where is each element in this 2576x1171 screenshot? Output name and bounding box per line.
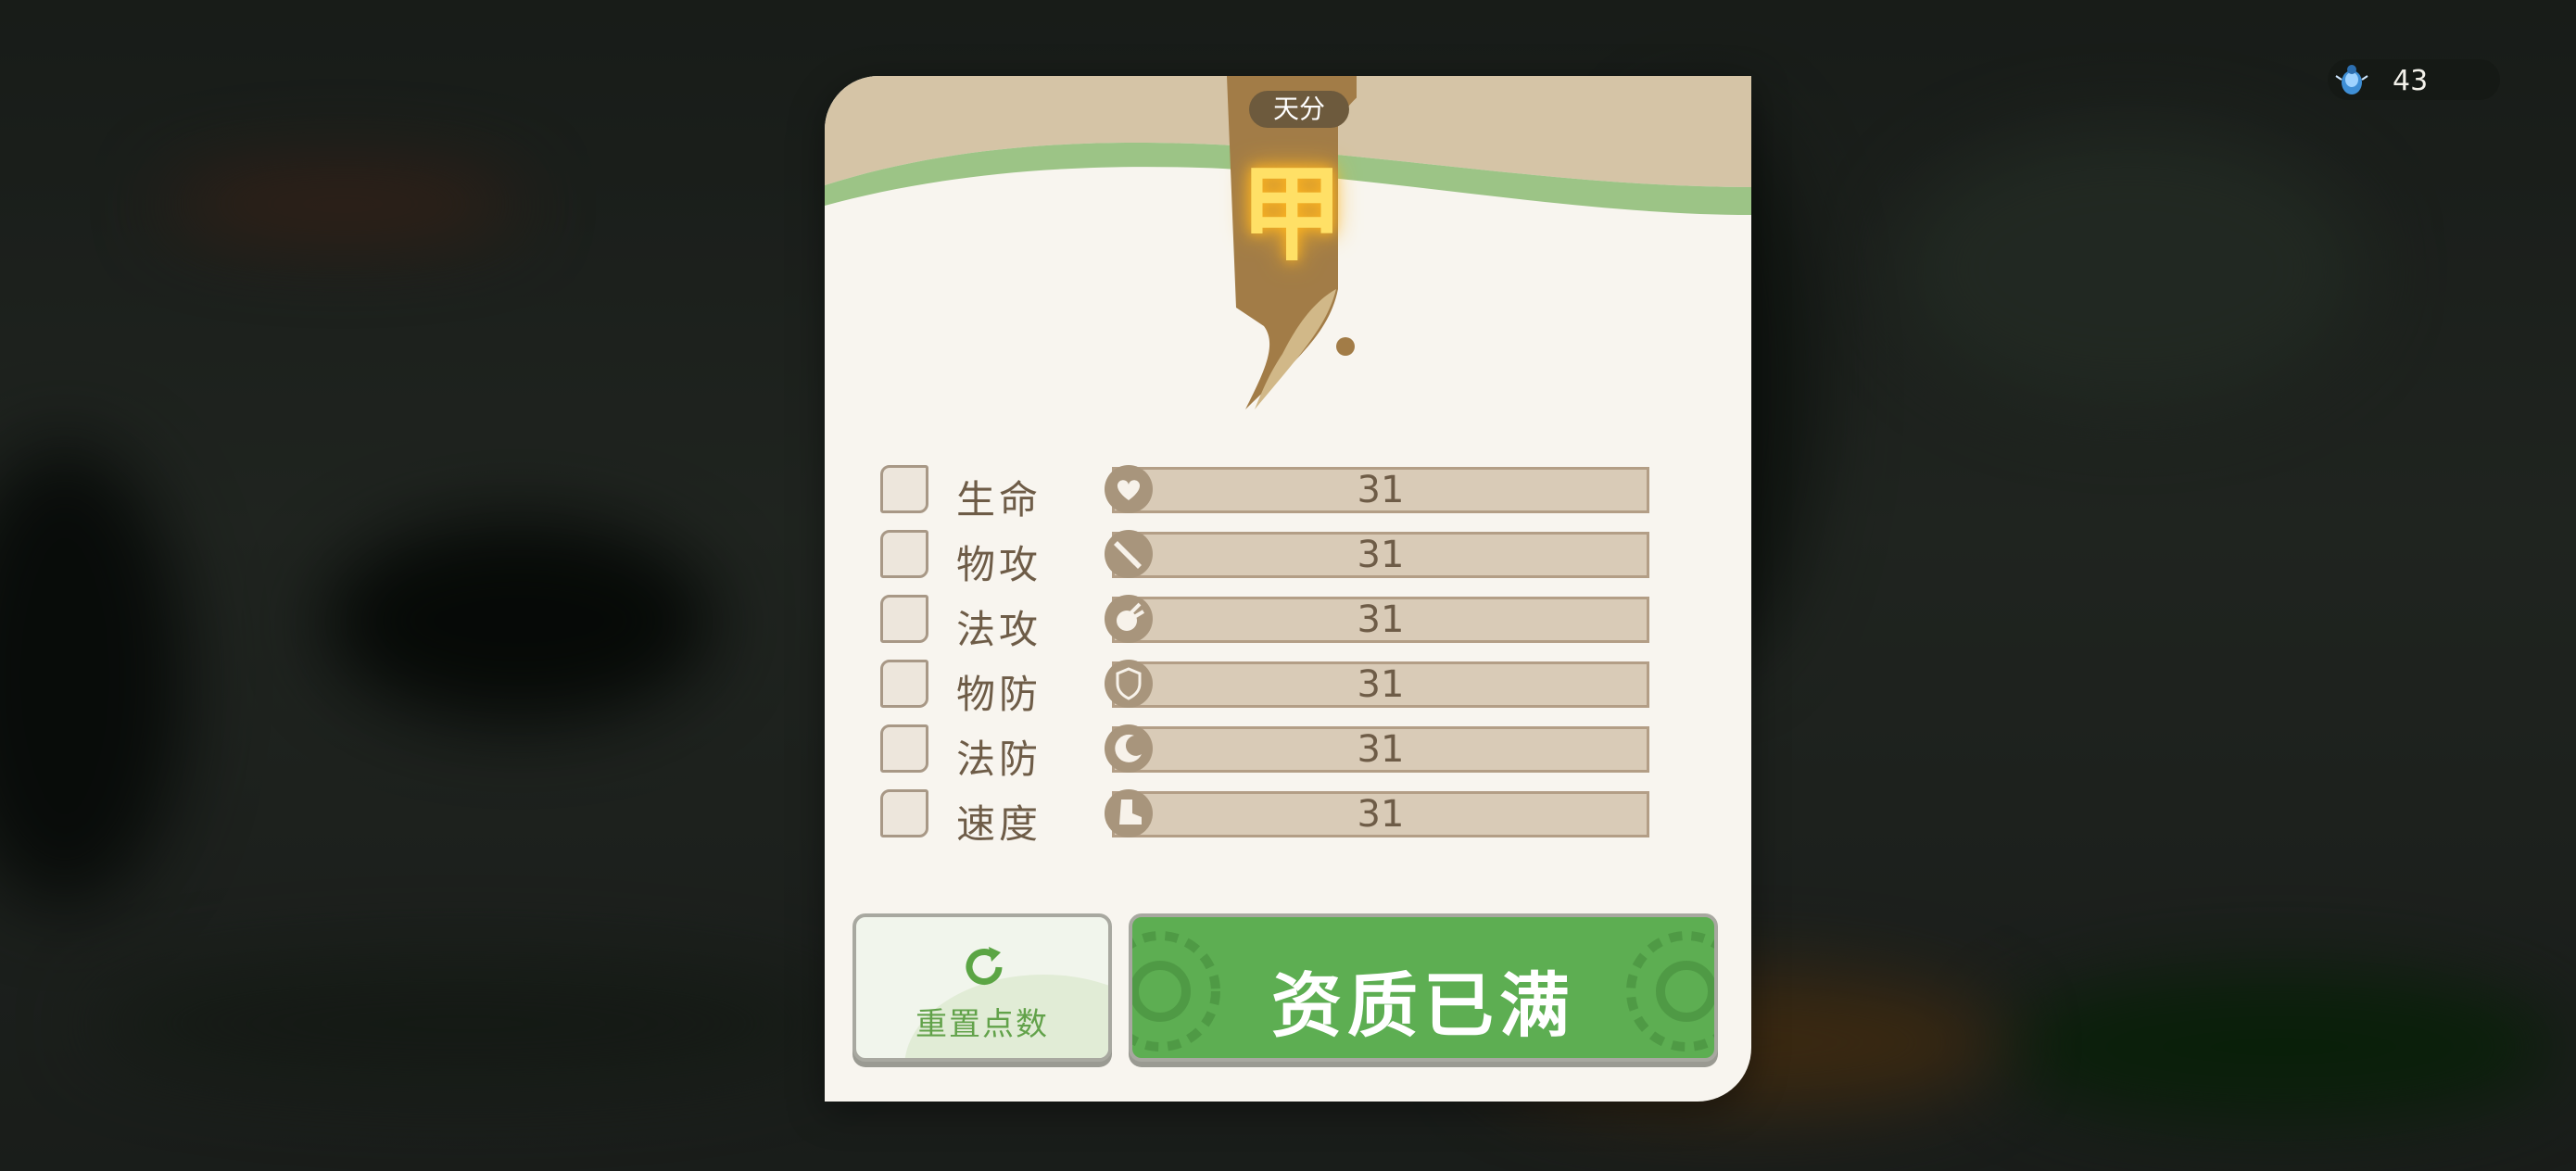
currency-counter: 43 xyxy=(2328,59,2500,100)
stat-bar: 31 xyxy=(1112,597,1649,643)
shield-icon xyxy=(1105,660,1153,708)
lock-checkbox-pdef[interactable] xyxy=(880,660,928,708)
talent-grade: 甲 xyxy=(1240,155,1344,275)
stat-row-hp: 生命 31 xyxy=(880,465,1696,523)
stat-row-mdef: 法防 31 xyxy=(880,724,1696,782)
boot-icon xyxy=(1105,789,1153,837)
stat-value: 31 xyxy=(1357,663,1405,706)
stat-value: 31 xyxy=(1357,793,1405,836)
stat-label: 生命 xyxy=(956,477,1042,523)
sword-icon xyxy=(1105,530,1153,578)
moon-shield-icon xyxy=(1105,724,1153,773)
stat-bar: 31 xyxy=(1112,661,1649,708)
lock-checkbox-mdef[interactable] xyxy=(880,724,928,773)
stat-bar: 31 xyxy=(1112,532,1649,578)
magic-orb-icon xyxy=(1105,595,1153,643)
stat-value: 31 xyxy=(1357,598,1405,641)
stat-value: 31 xyxy=(1357,728,1405,771)
reset-button-label: 重置点数 xyxy=(915,1006,1049,1043)
stat-row-matk: 法攻 31 xyxy=(880,595,1696,652)
lock-checkbox-matk[interactable] xyxy=(880,595,928,643)
stat-bar: 31 xyxy=(1112,791,1649,837)
stat-label: 物攻 xyxy=(956,542,1042,587)
talent-tag: 天分 xyxy=(1249,91,1349,128)
full-button-label: 资质已满 xyxy=(1271,964,1575,1047)
lock-checkbox-hp[interactable] xyxy=(880,465,928,513)
stat-value: 31 xyxy=(1357,469,1405,511)
stat-label: 速度 xyxy=(956,801,1042,847)
stat-label: 物防 xyxy=(956,672,1042,717)
lock-checkbox-speed[interactable] xyxy=(880,789,928,837)
lock-checkbox-patk[interactable] xyxy=(880,530,928,578)
stat-row-speed: 速度 31 xyxy=(880,789,1696,847)
refresh-icon xyxy=(966,947,1003,985)
stat-label: 法防 xyxy=(956,737,1042,782)
reset-points-button[interactable]: 重置点数 xyxy=(852,913,1112,1062)
talent-panel: 天分 甲 生命 31 物攻 31 法攻 31 物防 31 法防 31 速度 31… xyxy=(825,76,1751,1102)
stat-label: 法攻 xyxy=(956,607,1042,652)
stat-row-pdef: 物防 31 xyxy=(880,660,1696,717)
heart-icon xyxy=(1105,465,1153,513)
stat-value: 31 xyxy=(1357,534,1405,576)
stat-row-patk: 物攻 31 xyxy=(880,530,1696,587)
currency-amount: 43 xyxy=(2393,65,2429,97)
stat-bar: 31 xyxy=(1112,467,1649,513)
beetle-gem-icon xyxy=(2335,65,2368,94)
stat-bar: 31 xyxy=(1112,726,1649,773)
aptitude-full-button[interactable]: 资质已满 xyxy=(1129,913,1718,1062)
